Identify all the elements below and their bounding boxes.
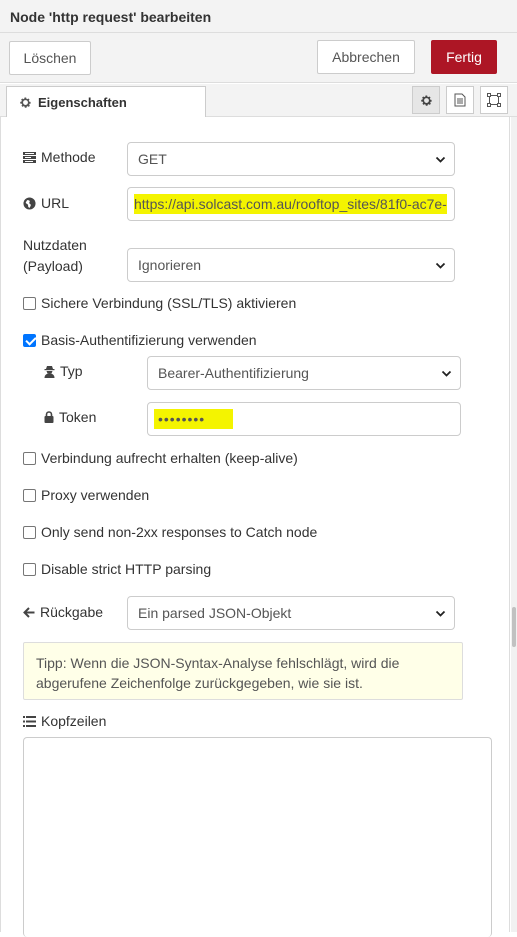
basic-auth-checkbox[interactable]: Basis-Authentifizierung verwenden [23,332,257,348]
return-select[interactable]: Ein parsed JSON-Objekt [127,596,455,630]
token-input[interactable]: •••••••• [147,402,461,436]
chevron-down-icon [441,370,452,377]
chevron-down-icon [435,156,446,163]
return-label: Rückgabe [23,604,103,620]
ssl-checkbox[interactable]: Sichere Verbindung (SSL/TLS) aktivieren [23,295,296,311]
tab-description-icon-button[interactable] [446,86,474,114]
tab-appearance-icon-button[interactable] [480,86,508,114]
checkbox-box[interactable] [23,562,36,576]
gear-icon [20,97,31,108]
strict-parsing-checkbox[interactable]: Disable strict HTTP parsing [23,561,211,577]
list-icon [23,715,36,727]
tab-properties[interactable]: Eigenschaften [6,86,206,118]
proxy-checkbox[interactable]: Proxy verwenden [23,487,149,503]
gear-icon [420,95,432,106]
chevron-down-icon [435,262,446,269]
document-icon [454,93,466,107]
url-input[interactable]: https://api.solcast.com.au/rooftop_sites… [127,187,455,221]
scrollbar-thumb[interactable] [512,607,516,647]
globe-icon [23,196,36,210]
frame-icon [487,93,501,107]
checkbox-box[interactable] [23,525,36,539]
json-tip: Tipp: Wenn die JSON-Syntax-Analyse fehls… [23,642,463,700]
delete-button[interactable]: Löschen [9,41,91,75]
checkbox-box[interactable] [23,296,36,310]
payload-select[interactable]: Ignorieren [127,248,455,282]
arrow-left-icon [23,606,35,618]
cancel-button[interactable]: Abbrechen [317,40,415,74]
checkbox-box[interactable] [23,488,36,502]
method-label: Methode [23,149,95,165]
properties-panel: Methode GET URL https://api.solcast.com.… [0,117,510,937]
method-select[interactable]: GET [127,142,455,176]
keepalive-checkbox[interactable]: Verbindung aufrecht erhalten (keep-alive… [23,450,298,466]
checkbox-box[interactable] [23,451,36,465]
headers-label: Kopfzeilen [23,713,106,729]
user-secret-icon [44,365,55,378]
done-button[interactable]: Fertig [431,40,497,74]
auth-type-select[interactable]: Bearer-Authentifizierung [147,356,461,390]
tab-label: Eigenschaften [38,95,127,110]
auth-type-label: Typ [44,363,83,379]
url-label: URL [23,195,69,211]
token-label: Token [44,409,96,425]
tasks-icon [23,151,36,163]
payload-label: Nutzdaten (Payload) [23,237,87,274]
lock-icon [44,411,54,423]
checkbox-box[interactable] [23,333,36,347]
headers-list[interactable] [23,737,492,937]
dialog-title: Node 'http request' bearbeiten [0,0,517,33]
scrollbar[interactable] [511,117,517,932]
chevron-down-icon [435,610,446,617]
tab-bar: Eigenschaften [0,84,517,118]
tab-settings-icon-button[interactable] [412,86,440,114]
non2xx-checkbox[interactable]: Only send non-2xx responses to Catch nod… [23,524,317,540]
action-bar: Löschen Abbrechen Fertig [0,33,517,83]
